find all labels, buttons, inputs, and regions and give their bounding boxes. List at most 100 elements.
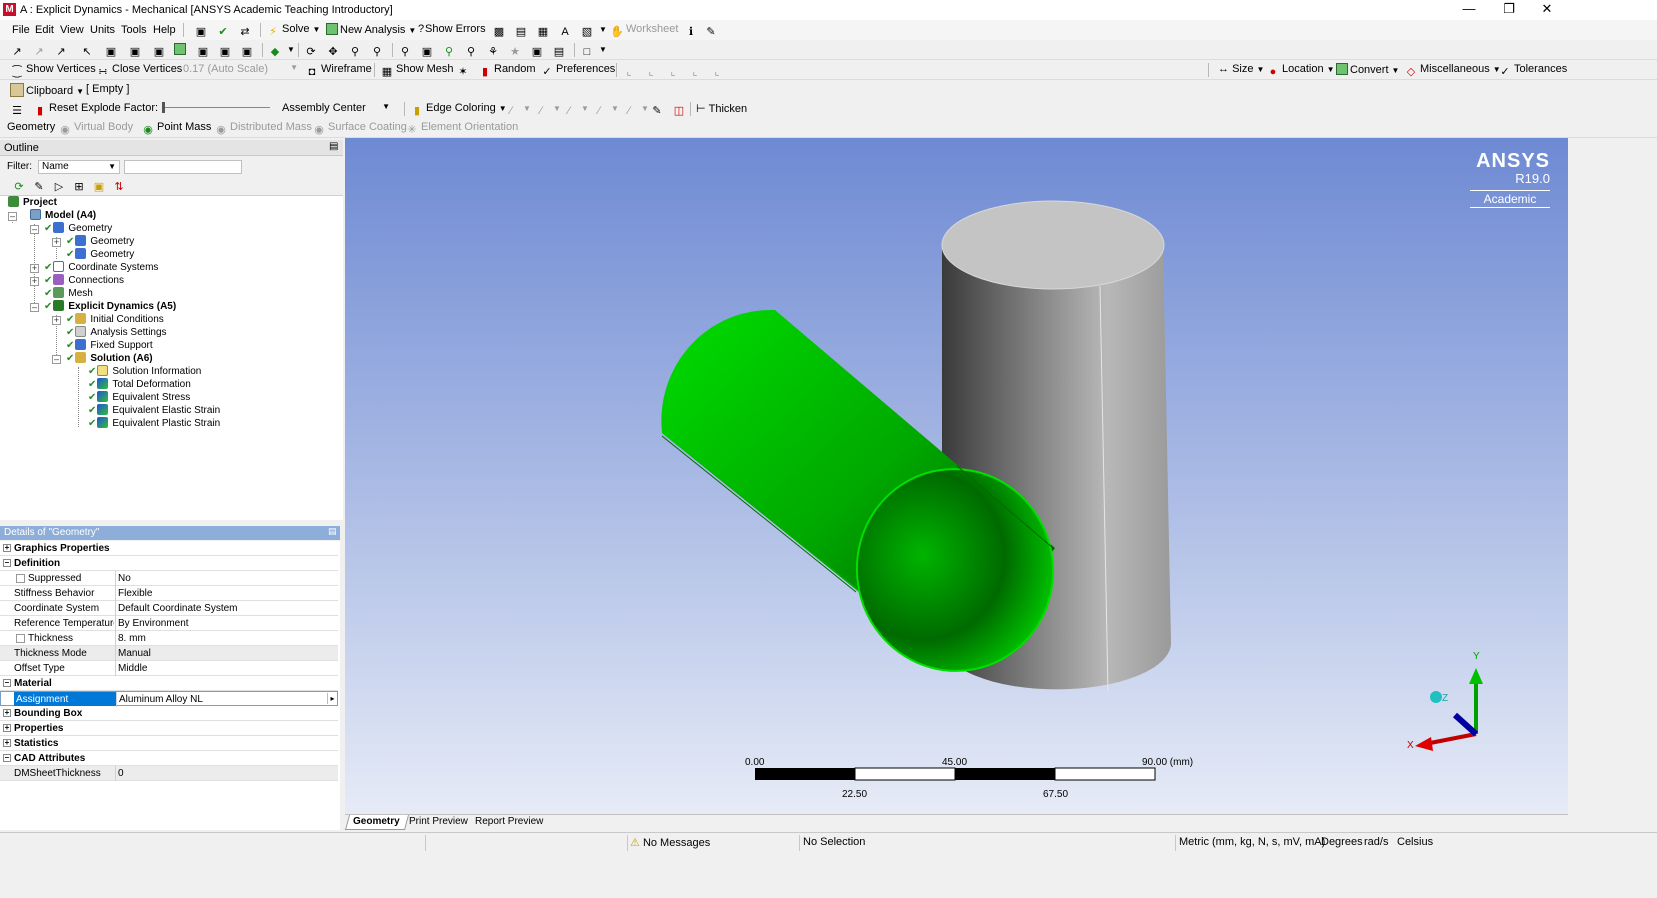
- tree-node-total-deformation[interactable]: ✔ Total Deformation: [88, 378, 191, 391]
- expand-geometry-body-icon[interactable]: +: [52, 238, 61, 247]
- zoom-box-icon[interactable]: ⚲: [370, 43, 386, 59]
- collapse-environments-icon[interactable]: ▣: [92, 178, 108, 194]
- expand-initial-conditions-icon[interactable]: +: [52, 316, 61, 325]
- detail-thickness-mode[interactable]: Thickness Mode Manual: [0, 646, 338, 661]
- detail-dmsheetthickness[interactable]: DMSheetThickness 0: [0, 766, 338, 781]
- collapse-geometry-icon[interactable]: –: [30, 225, 39, 234]
- detail-suppressed[interactable]: Suppressed No: [0, 571, 338, 586]
- size-button[interactable]: ↔ Size ▼: [1218, 63, 1264, 75]
- set-isometric-icon[interactable]: ▣: [530, 43, 546, 59]
- convert-button[interactable]: Convert ▼: [1336, 63, 1399, 76]
- category-statistics[interactable]: + Statistics: [0, 736, 338, 751]
- tree-node-analysis-settings[interactable]: ✔ Analysis Settings: [66, 326, 167, 339]
- wireframe-button[interactable]: ◘ Wireframe: [305, 63, 372, 79]
- assembly-center-dropdown[interactable]: Assembly Center ▼: [282, 102, 390, 114]
- select-all-icon[interactable]: ▣: [196, 43, 212, 59]
- explode-slider-handle[interactable]: [162, 102, 165, 113]
- new-analysis-button[interactable]: New Analysis ▼: [326, 23, 416, 36]
- menu-tools[interactable]: Tools: [121, 24, 147, 36]
- collapse-solution-icon[interactable]: –: [52, 355, 61, 364]
- next-view-icon[interactable]: ⚘: [486, 43, 502, 59]
- select-node-icon[interactable]: ▣: [128, 43, 144, 59]
- zoom-icon[interactable]: ⚲: [348, 43, 364, 59]
- tree-node-initial-conditions[interactable]: ✔ Initial Conditions: [66, 313, 164, 326]
- solve-button[interactable]: ⚡ Solve ▼: [266, 23, 320, 39]
- refresh-tree-icon[interactable]: ⟳: [12, 178, 28, 194]
- detail-coordinate-system[interactable]: Coordinate System Default Coordinate Syst…: [0, 601, 338, 616]
- select-mode-icon[interactable]: ↗: [10, 43, 26, 59]
- cursor-info-icon[interactable]: ℹ: [684, 23, 700, 39]
- tree-node-equivalent-plastic-strain[interactable]: ✔ Equivalent Plastic Strain: [88, 417, 220, 430]
- insert-icon[interactable]: ⇄: [238, 23, 254, 39]
- tree-node-coordinate-systems[interactable]: ✔ Coordinate Systems: [44, 261, 158, 274]
- expand-all-icon[interactable]: ⊞: [72, 178, 88, 194]
- graphics-viewport[interactable]: Y X Z 0.00 45.00 90.00 (mm) 22.50 67.50 …: [345, 138, 1568, 814]
- tree-node-model[interactable]: Model (A4): [30, 209, 96, 222]
- rate-units-status[interactable]: rad/s: [1364, 836, 1388, 848]
- location-button[interactable]: ● Location ▼: [1266, 63, 1335, 79]
- edge-style-4-icon[interactable]: ∕ ▼: [592, 102, 619, 118]
- tab-print-preview[interactable]: Print Preview: [409, 816, 468, 827]
- close-button[interactable]: ✕: [1528, 0, 1566, 20]
- isometric-icon[interactable]: ★: [508, 43, 524, 59]
- category-definition[interactable]: – Definition: [0, 556, 338, 571]
- sort-icon[interactable]: ⇅: [112, 178, 128, 194]
- thickness-checkbox[interactable]: [16, 634, 25, 643]
- select-edge-icon[interactable]: ↗: [54, 43, 70, 59]
- point-mass-button[interactable]: ◉ Point Mass: [141, 121, 211, 137]
- expand-branch-icon[interactable]: ▷: [52, 178, 68, 194]
- select-face-icon[interactable]: ↖: [80, 43, 96, 59]
- category-material[interactable]: – Material: [0, 676, 338, 691]
- virtual-body-button[interactable]: ◉ Virtual Body: [58, 121, 133, 137]
- tree-node-explicit-dynamics[interactable]: ✔ Explicit Dynamics (A5): [44, 300, 176, 313]
- tree-node-equivalent-stress[interactable]: ✔ Equivalent Stress: [88, 391, 190, 404]
- body-label-icon[interactable]: ⌞: [688, 63, 704, 79]
- comment-icon[interactable]: ▤: [514, 23, 530, 39]
- check-icon[interactable]: ✔: [216, 23, 232, 39]
- pan-icon[interactable]: ✥: [326, 43, 342, 59]
- extend-selection-icon[interactable]: ◆ ▼: [268, 43, 295, 59]
- units-status[interactable]: Metric (mm, kg, N, s, mV, mA): [1179, 836, 1325, 848]
- expand-connections-icon[interactable]: +: [30, 277, 39, 286]
- edge-coloring-button[interactable]: ▮ Edge Coloring ▼: [410, 102, 507, 118]
- tree-node-geometry-body-1[interactable]: ✔ Geometry: [66, 235, 134, 248]
- category-cad-attributes[interactable]: – CAD Attributes: [0, 751, 338, 766]
- category-properties[interactable]: + Properties: [0, 721, 338, 736]
- mesh-tool-icon[interactable]: ✶: [456, 63, 472, 79]
- clipboard-button[interactable]: Clipboard ▼: [10, 83, 84, 97]
- menu-view[interactable]: View: [60, 24, 84, 36]
- tree-node-connections[interactable]: ✔ Connections: [44, 274, 124, 287]
- pin-icon[interactable]: ▤: [329, 141, 338, 152]
- filter-dropdown[interactable]: Name ▼: [38, 160, 120, 174]
- element-orientation-button[interactable]: ✳ Element Orientation: [405, 121, 518, 137]
- menu-help[interactable]: Help: [153, 24, 176, 36]
- temperature-units-status[interactable]: Celsius: [1397, 836, 1433, 848]
- detail-stiffness-behavior[interactable]: Stiffness Behavior Flexible: [0, 586, 338, 601]
- collapse-explicit-dynamics-icon[interactable]: –: [30, 303, 39, 312]
- edge-style-2-icon[interactable]: ∕ ▼: [534, 102, 561, 118]
- detail-reference-temperature[interactable]: Reference Temperature By Environment: [0, 616, 338, 631]
- tab-report-preview[interactable]: Report Preview: [475, 816, 543, 827]
- menu-file[interactable]: File: [12, 24, 30, 36]
- ruler-icon[interactable]: ✎: [704, 23, 720, 39]
- suppressed-checkbox[interactable]: [16, 574, 25, 583]
- random-button[interactable]: ▮ Random: [478, 63, 536, 79]
- tree-node-project[interactable]: Project: [8, 196, 57, 209]
- show-vertices-button[interactable]: ⁐ Show Vertices: [10, 63, 96, 79]
- worksheet-toggle-icon[interactable]: ▣: [194, 23, 210, 39]
- select-mesh-icon[interactable]: ▣: [218, 43, 234, 59]
- tag-icon[interactable]: ▩: [492, 23, 508, 39]
- vertex-label-icon[interactable]: ⌞: [622, 63, 638, 79]
- distributed-mass-button[interactable]: ◉ Distributed Mass: [214, 121, 312, 137]
- edit-tree-icon[interactable]: ✎: [32, 178, 48, 194]
- messages-status[interactable]: ⚠ No Messages: [630, 836, 710, 849]
- previous-view-icon[interactable]: ⚲: [464, 43, 480, 59]
- tree-node-geometry[interactable]: ✔ Geometry: [44, 222, 112, 235]
- edge-style-1-icon[interactable]: ∕ ▼: [504, 102, 531, 118]
- select-vertex-icon[interactable]: ↗: [32, 43, 48, 59]
- edge-style-5-icon[interactable]: ∕ ▼: [622, 102, 649, 118]
- menu-edit[interactable]: Edit: [35, 24, 54, 36]
- select-body-green-icon[interactable]: [174, 43, 188, 56]
- details-pin-icon[interactable]: ▤: [328, 526, 337, 537]
- model-view[interactable]: Y X Z 0.00 45.00 90.00 (mm) 22.50 67.50: [345, 138, 1568, 814]
